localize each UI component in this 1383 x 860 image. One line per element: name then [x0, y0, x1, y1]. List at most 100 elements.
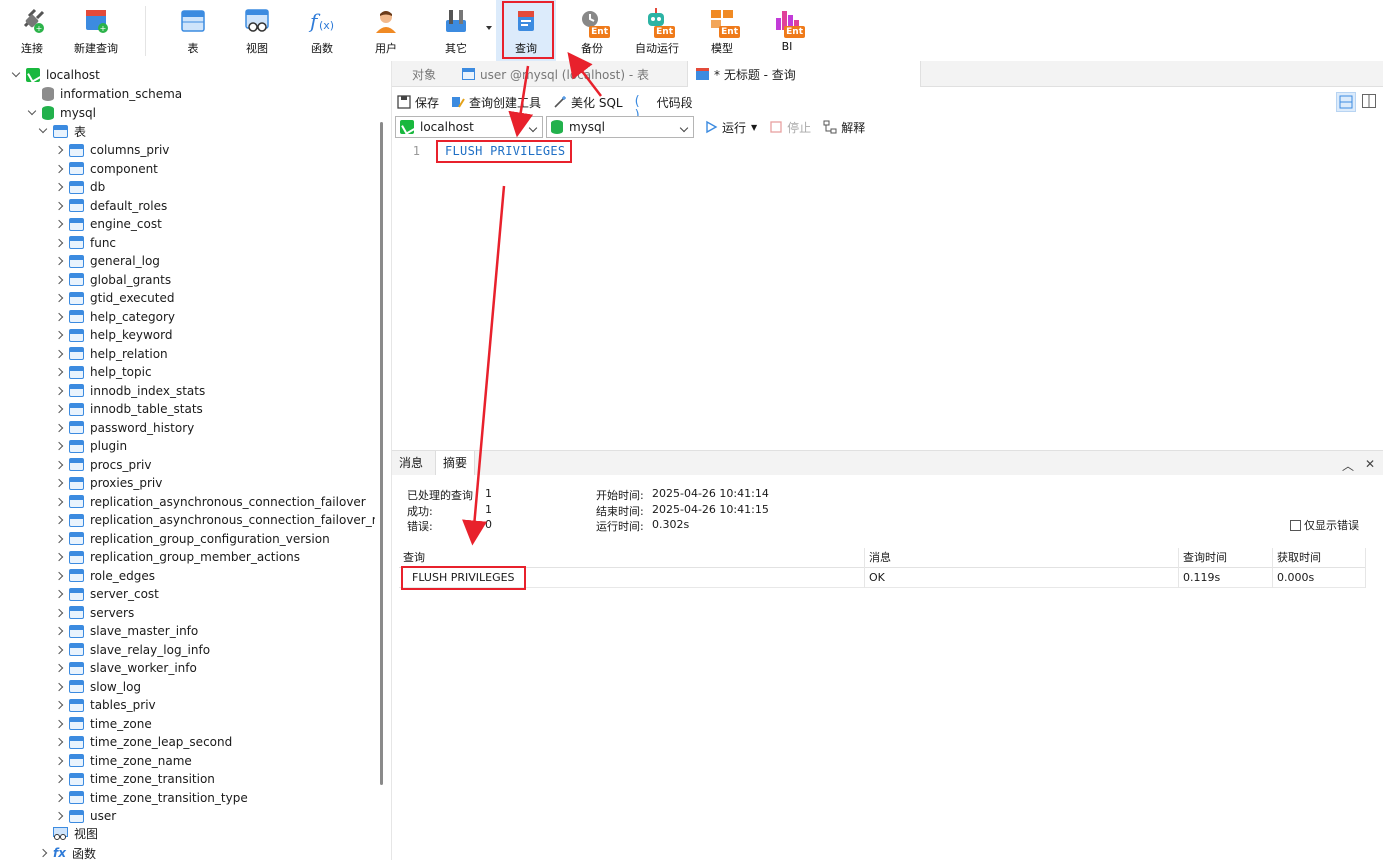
close-icon[interactable]: ✕ [1365, 457, 1375, 471]
tree-connection-localhost[interactable]: localhost [10, 66, 100, 84]
chevron-right-icon[interactable] [53, 311, 65, 323]
bi-button[interactable]: Ent BI [755, 0, 819, 61]
tree-table-item[interactable]: password_history [53, 419, 194, 437]
tree-table-item[interactable]: slave_relay_log_info [53, 641, 210, 659]
tree-table-item[interactable]: time_zone_transition_type [53, 789, 248, 807]
tree-table-item[interactable]: slave_worker_info [53, 659, 197, 677]
connect-button[interactable]: + 连接 [0, 0, 64, 61]
tree-table-item[interactable]: replication_group_member_actions [53, 548, 300, 566]
chevron-right-icon[interactable] [53, 440, 65, 452]
only-errors-checkbox[interactable]: 仅显示错误 [1290, 517, 1359, 533]
run-dropdown-icon[interactable]: ▼ [751, 123, 757, 132]
chevron-right-icon[interactable] [53, 699, 65, 711]
tree-table-item[interactable]: general_log [53, 252, 160, 270]
view-button[interactable]: 视图 [225, 0, 289, 61]
tree-table-item[interactable]: user [53, 807, 116, 825]
chevron-right-icon[interactable] [53, 329, 65, 341]
tree-table-item[interactable]: innodb_table_stats [53, 400, 203, 418]
tree-table-item[interactable]: time_zone_leap_second [53, 733, 232, 751]
tab-summary[interactable]: 摘要 [435, 451, 476, 475]
tree-db-information-schema[interactable]: information_schema [42, 85, 182, 103]
chevron-right-icon[interactable] [53, 422, 65, 434]
explain-button[interactable]: 解释 [823, 119, 865, 136]
chevron-right-icon[interactable] [53, 163, 65, 175]
chevron-right-icon[interactable] [53, 459, 65, 471]
tree-table-item[interactable]: time_zone [53, 715, 152, 733]
column-header[interactable]: 查询时间 [1179, 548, 1273, 568]
split-layout-button[interactable] [1336, 92, 1356, 112]
chevron-right-icon[interactable] [53, 348, 65, 360]
table-row[interactable]: FLUSH PRIVILEGES OK 0.119s 0.000s [399, 568, 1366, 588]
tab-objects[interactable]: 对象 [404, 61, 444, 87]
tree-table-item[interactable]: slave_master_info [53, 622, 198, 640]
chevron-right-icon[interactable] [53, 385, 65, 397]
chevron-right-icon[interactable] [53, 255, 65, 267]
chevron-right-icon[interactable] [53, 607, 65, 619]
chevron-right-icon[interactable] [53, 773, 65, 785]
chevron-right-icon[interactable] [53, 144, 65, 156]
chevron-right-icon[interactable] [53, 718, 65, 730]
tree-table-item[interactable]: slow_log [53, 678, 141, 696]
table-button[interactable]: 表 [161, 0, 225, 61]
tree-table-item[interactable]: innodb_index_stats [53, 382, 205, 400]
sql-editor[interactable]: 1 FLUSH PRIVILEGES [392, 140, 1383, 450]
query-time-cell[interactable]: 0.119s [1179, 568, 1273, 588]
tree-table-item[interactable]: replication_group_configuration_version [53, 530, 330, 548]
chevron-down-icon[interactable] [26, 107, 38, 119]
chevron-right-icon[interactable] [53, 810, 65, 822]
chevron-right-icon[interactable] [53, 551, 65, 563]
tab-user-table[interactable]: user @mysql (localhost) - 表 [454, 61, 657, 87]
column-header[interactable]: 查询 [399, 548, 865, 568]
tree-table-item[interactable]: time_zone_name [53, 752, 192, 770]
tree-table-item[interactable]: replication_asynchronous_connection_fail… [53, 511, 375, 529]
tab-message[interactable]: 消息 [392, 451, 430, 475]
tree-table-item[interactable]: servers [53, 604, 134, 622]
fetch-time-cell[interactable]: 0.000s [1273, 568, 1366, 588]
chevron-right-icon[interactable] [53, 514, 65, 526]
chevron-right-icon[interactable] [53, 625, 65, 637]
chevron-right-icon[interactable] [53, 736, 65, 748]
tree-table-item[interactable]: gtid_executed [53, 289, 174, 307]
function-button[interactable]: f (x) 函数 [290, 0, 354, 61]
chevron-right-icon[interactable] [53, 403, 65, 415]
chevron-right-icon[interactable] [53, 292, 65, 304]
backup-button[interactable]: Ent 备份 [560, 0, 624, 61]
chevron-right-icon[interactable] [53, 237, 65, 249]
tree-table-item[interactable]: component [53, 160, 158, 178]
beautify-sql-button[interactable]: 美化 SQL [553, 94, 623, 111]
tree-table-item[interactable]: proxies_priv [53, 474, 162, 492]
other-dropdown-icon[interactable] [486, 26, 492, 30]
tree-table-item[interactable]: help_category [53, 308, 175, 326]
chevron-right-icon[interactable] [53, 181, 65, 193]
tree-table-item[interactable]: engine_cost [53, 215, 162, 233]
tree-table-item[interactable]: server_cost [53, 585, 159, 603]
chevron-right-icon[interactable] [53, 496, 65, 508]
tree-table-item[interactable]: help_relation [53, 345, 168, 363]
chevron-right-icon[interactable] [53, 218, 65, 230]
checkbox-box[interactable] [1290, 519, 1301, 531]
tree-table-item[interactable]: help_keyword [53, 326, 172, 344]
tree-table-item[interactable]: default_roles [53, 197, 167, 215]
query-builder-button[interactable]: 查询创建工具 [451, 94, 541, 111]
tree-table-item[interactable]: db [53, 178, 105, 196]
side-layout-button[interactable] [1362, 94, 1376, 108]
tree-scrollbar[interactable] [380, 122, 383, 785]
tree-db-mysql[interactable]: mysql [26, 104, 96, 122]
tree-table-item[interactable]: columns_priv [53, 141, 169, 159]
chevron-right-icon[interactable] [53, 274, 65, 286]
connection-select[interactable]: localhost [395, 116, 543, 138]
column-header[interactable]: 获取时间 [1273, 548, 1366, 568]
tree-table-item[interactable]: tables_priv [53, 696, 156, 714]
tree-table-item[interactable]: func [53, 234, 116, 252]
tree-views-group[interactable]: 视图 [53, 824, 98, 842]
collapse-icon[interactable]: ︿ [1342, 457, 1354, 474]
message-cell[interactable]: OK [865, 568, 1179, 588]
chevron-right-icon[interactable] [53, 792, 65, 804]
chevron-right-icon[interactable] [37, 847, 49, 859]
tree-table-item[interactable]: global_grants [53, 271, 171, 289]
chevron-right-icon[interactable] [53, 477, 65, 489]
tree-table-item[interactable]: replication_asynchronous_connection_fail… [53, 493, 366, 511]
tree-table-item[interactable]: plugin [53, 437, 127, 455]
database-select[interactable]: mysql [546, 116, 694, 138]
chevron-right-icon[interactable] [53, 533, 65, 545]
